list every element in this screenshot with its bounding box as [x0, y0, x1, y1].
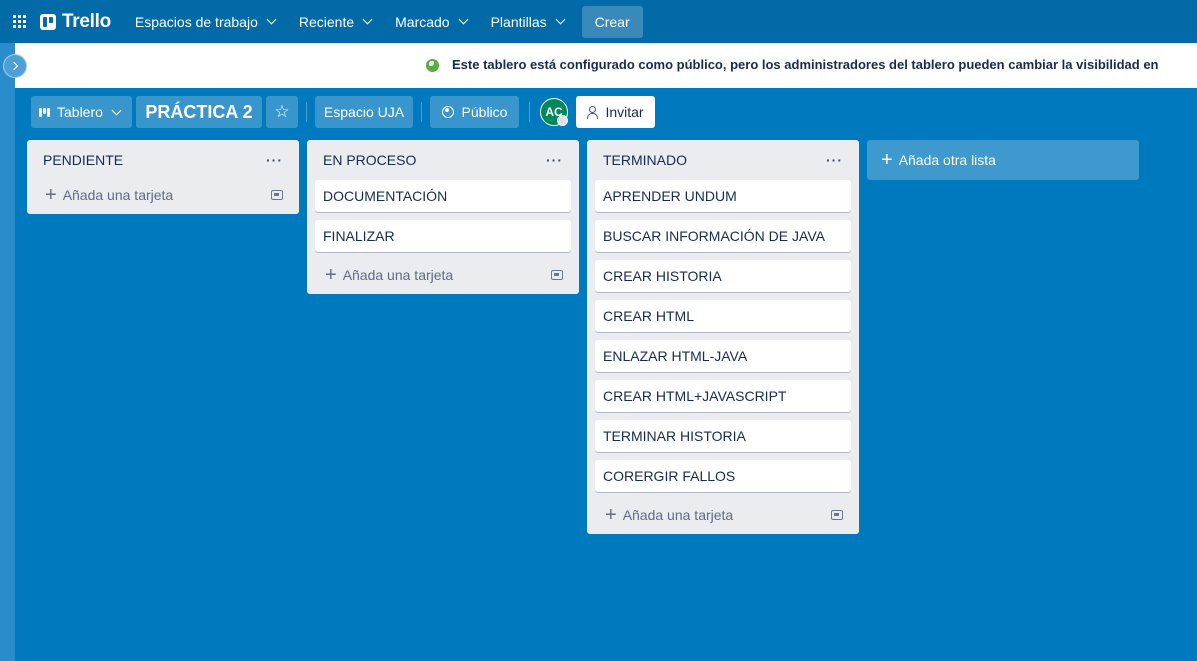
- card[interactable]: CREAR HTML: [595, 300, 851, 332]
- invite-label: Invitar: [605, 104, 644, 120]
- admin-badge-icon: [557, 115, 568, 126]
- card[interactable]: APRENDER UNDUM: [595, 180, 851, 212]
- list-title[interactable]: EN PROCESO: [323, 152, 416, 168]
- nav-starred-label: Marcado: [395, 13, 450, 30]
- header-divider: [421, 102, 422, 122]
- header-divider: [306, 102, 307, 122]
- top-nav: Trello Espacios de trabajo Reciente Marc…: [0, 0, 1197, 43]
- card[interactable]: ENLAZAR HTML-JAVA: [595, 340, 851, 372]
- workspace-button[interactable]: Espacio UJA: [315, 96, 413, 128]
- card[interactable]: TERMINAR HISTORIA: [595, 420, 851, 452]
- add-list-label: Añada otra lista: [898, 152, 996, 168]
- header-divider: [529, 102, 530, 122]
- nav-recent-menu[interactable]: Reciente: [289, 6, 381, 38]
- trello-logo-text: Trello: [62, 10, 111, 32]
- nav-workspaces-menu[interactable]: Espacios de trabajo: [125, 6, 285, 38]
- visibility-banner: Este tablero está configurado como públi…: [0, 43, 1197, 88]
- apps-grid-icon[interactable]: [0, 0, 38, 43]
- add-card-label: Añada una tarjeta: [622, 507, 734, 523]
- add-list-button[interactable]: + Añada otra lista: [867, 140, 1139, 180]
- board-title[interactable]: PRÁCTICA 2: [136, 96, 262, 128]
- list-menu-icon[interactable]: ···: [826, 152, 843, 168]
- create-button[interactable]: Crear: [581, 5, 643, 38]
- plus-icon: +: [605, 504, 617, 526]
- card-template-icon[interactable]: [271, 190, 283, 200]
- list-en-proceso: EN PROCESO ··· DOCUMENTACIÓN FINALIZAR +…: [307, 140, 579, 294]
- star-board-button[interactable]: ☆: [266, 96, 298, 128]
- list-header[interactable]: TERMINADO ···: [587, 140, 859, 180]
- list-menu-icon[interactable]: ···: [266, 152, 283, 168]
- plus-icon: +: [325, 264, 337, 286]
- chevron-down-icon: [111, 105, 122, 115]
- invite-button[interactable]: Invitar: [576, 96, 655, 128]
- nav-workspaces-label: Espacios de trabajo: [134, 13, 258, 30]
- add-card-button[interactable]: + Añada una tarjeta: [27, 176, 299, 214]
- add-card-label: Añada una tarjeta: [342, 267, 454, 283]
- card-template-icon[interactable]: [831, 510, 843, 520]
- globe-icon: [426, 59, 439, 72]
- visibility-button[interactable]: Público: [430, 96, 519, 128]
- add-card-label: Añada una tarjeta: [62, 187, 174, 203]
- chevron-down-icon: [458, 14, 469, 25]
- list-pendiente: PENDIENTE ··· + Añada una tarjeta: [27, 140, 299, 214]
- card[interactable]: FINALIZAR: [315, 220, 571, 252]
- list-header[interactable]: PENDIENTE ···: [27, 140, 299, 180]
- card[interactable]: BUSCAR INFORMACIÓN DE JAVA: [595, 220, 851, 252]
- card-template-icon[interactable]: [551, 270, 563, 280]
- trello-logo-icon: [40, 13, 56, 30]
- card[interactable]: CREAR HTML+JAVASCRIPT: [595, 380, 851, 412]
- add-card-button[interactable]: + Añada una tarjeta: [307, 256, 579, 294]
- plus-icon: +: [881, 149, 893, 171]
- star-icon: ☆: [274, 102, 290, 121]
- list-title[interactable]: PENDIENTE: [43, 152, 123, 168]
- add-person-icon: [587, 106, 599, 119]
- board-view-label: Tablero: [57, 104, 103, 120]
- card[interactable]: CREAR HISTORIA: [595, 260, 851, 292]
- list-header[interactable]: EN PROCESO ···: [307, 140, 579, 180]
- board-view-icon: [39, 107, 51, 117]
- collapsed-sidebar: [0, 43, 15, 661]
- card[interactable]: CORERGIR FALLOS: [595, 460, 851, 492]
- list-title[interactable]: TERMINADO: [603, 152, 687, 168]
- chevron-down-icon: [266, 14, 277, 25]
- trello-logo[interactable]: Trello: [40, 11, 111, 33]
- banner-text: Este tablero está configurado como públi…: [452, 57, 1159, 72]
- visibility-label: Público: [461, 104, 508, 120]
- nav-templates-label: Plantillas: [490, 13, 547, 30]
- chevron-right-icon: [9, 61, 18, 71]
- nav-recent-label: Reciente: [298, 13, 355, 30]
- list-menu-icon[interactable]: ···: [546, 152, 563, 168]
- plus-icon: +: [45, 184, 57, 206]
- list-terminado: TERMINADO ··· APRENDER UNDUM BUSCAR INFO…: [587, 140, 859, 534]
- globe-icon: [441, 106, 454, 118]
- sidebar-expand-button[interactable]: [3, 54, 27, 78]
- nav-starred-menu[interactable]: Marcado: [385, 6, 476, 38]
- chevron-down-icon: [362, 14, 373, 25]
- nav-templates-menu[interactable]: Plantillas: [481, 6, 574, 38]
- add-card-button[interactable]: + Añada una tarjeta: [587, 496, 859, 534]
- card[interactable]: DOCUMENTACIÓN: [315, 180, 571, 212]
- board-view-switcher[interactable]: Tablero: [31, 96, 132, 128]
- chevron-down-icon: [555, 14, 566, 25]
